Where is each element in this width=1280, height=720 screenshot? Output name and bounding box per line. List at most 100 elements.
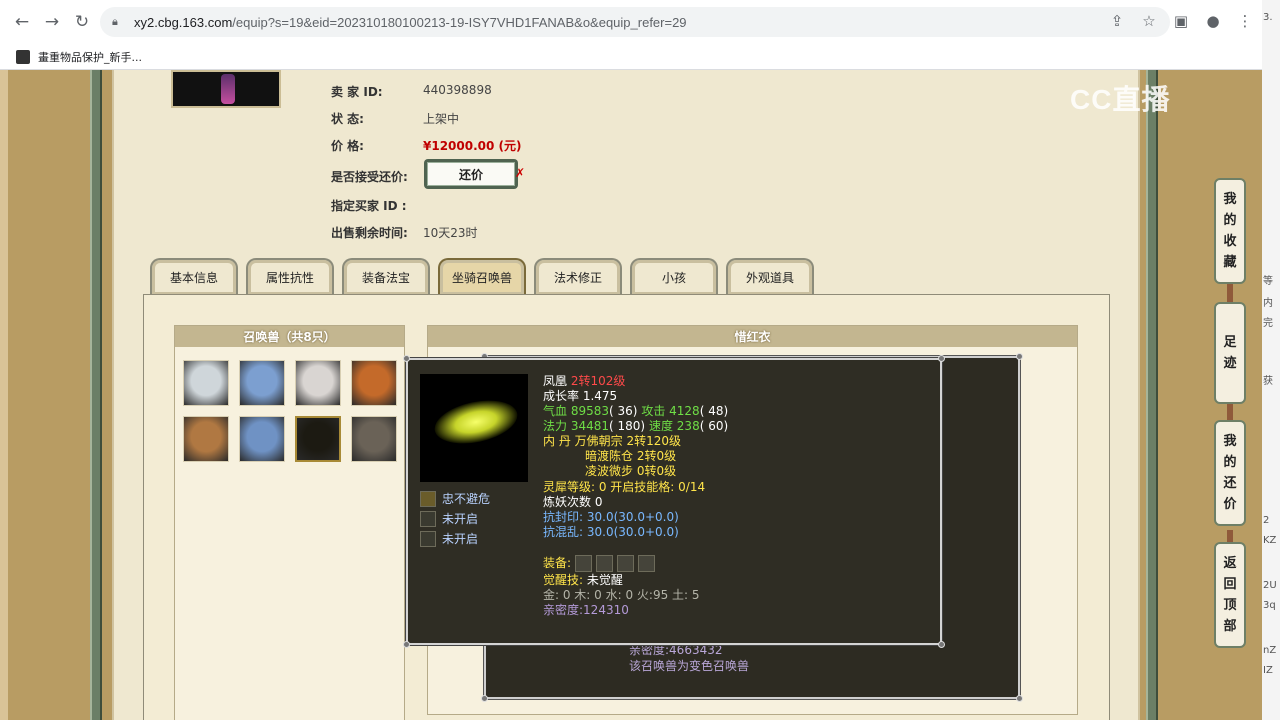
skill-icon [420, 530, 436, 547]
star-icon[interactable]: ☆ [1138, 10, 1160, 32]
pet-tooltip: 忠不避危 未开启 未开启 凤凰 2转102级 成长率 1.475 气血 8958… [403, 355, 945, 648]
strip-text: IZ [1263, 665, 1273, 676]
counter-offers-char: 还 [1223, 476, 1237, 491]
footprint-button[interactable]: 足迹 [1214, 302, 1246, 404]
url-path: /equip?s=19&eid=202310180100213-19-ISY7V… [232, 14, 687, 30]
pet-level: 2转102级 [570, 374, 626, 388]
skill-slot[interactable]: 忠不避危 [420, 490, 490, 507]
spd-label: 速度 [648, 419, 673, 433]
atk-value: 4128 [669, 404, 700, 418]
equip-slot-icon[interactable] [638, 555, 656, 572]
footprint-char: 迹 [1223, 356, 1237, 371]
pet-list: 召唤兽（共8只） [174, 325, 405, 720]
frame-left [90, 70, 102, 720]
skill-name: 未开启 [442, 532, 479, 546]
spd-points: ( 60) [699, 419, 729, 433]
web-page: CC直播 卖 家 ID: 440398898 状 态: 上架中 价 格: ¥12… [0, 70, 1262, 720]
pet-portrait-polar-bear[interactable] [183, 360, 229, 406]
dan-3: 凌波微步 0转0级 [585, 464, 677, 478]
tab-spell-mods[interactable]: 法术修正 [534, 258, 622, 295]
pet-portrait-princess[interactable] [183, 416, 229, 462]
status-row: 状 态: 上架中 [331, 110, 459, 127]
bookmark-icon [16, 50, 30, 64]
equip-slot-icon[interactable] [596, 555, 614, 572]
skill-slot[interactable]: 未开启 [420, 530, 478, 547]
bookmark-link[interactable]: 畫重物品保护_新手... [38, 49, 142, 65]
profile-icon[interactable]: ● [1202, 10, 1224, 32]
adjacent-window-strip: 3. 等 内 完 获 2 KZ 2U 3q nZ IZ [1262, 0, 1280, 720]
equip-slot-icon[interactable] [617, 555, 635, 572]
back-to-top-char: 顶 [1223, 598, 1237, 613]
forward-icon[interactable]: → [40, 10, 64, 34]
tab-attributes[interactable]: 属性抗性 [246, 258, 334, 295]
tab-mounts-pets[interactable]: 坐骑召唤兽 [438, 258, 526, 295]
strip-text: 完 [1263, 318, 1273, 329]
skill-name: 未开启 [442, 512, 479, 526]
awaken-value: 未觉醒 [586, 573, 623, 587]
pet-portrait-wolf[interactable] [351, 416, 397, 462]
strip-text: 内 [1263, 298, 1273, 309]
favorites-char: 收 [1223, 234, 1237, 249]
status-label: 状 态: [331, 112, 364, 126]
lock-icon: 🔒︎ [112, 15, 118, 28]
pet-portrait-white-fox-lady[interactable] [295, 360, 341, 406]
address-bar[interactable]: 🔒︎ xy2.cbg.163.com/equip?s=19&eid=202310… [100, 7, 1170, 37]
refine-count: 炼妖次数 0 [543, 495, 603, 509]
reload-icon[interactable]: ↻ [70, 10, 94, 34]
share-icon[interactable]: ⇪ [1106, 10, 1128, 32]
menu-icon[interactable]: ⋮ [1234, 10, 1256, 32]
my-counter-offers-button[interactable]: 我的还价 [1214, 420, 1246, 526]
price-value: ¥12000.00 (元) [423, 139, 522, 153]
pet-detail-header: 惜红衣 [428, 326, 1077, 347]
equip-slot-icon[interactable] [575, 555, 593, 572]
atk-points: ( 48) [699, 404, 729, 418]
seller-id-value: 440398898 [423, 83, 492, 97]
favorites-char: 藏 [1223, 255, 1237, 270]
pet-name: 凤凰 [543, 374, 568, 388]
status-value: 上架中 [423, 112, 460, 126]
mp-spd-line: 法力 34481( 180) 速度 238( 60) [543, 419, 728, 434]
pet-portrait-ice-spirit-2[interactable] [239, 416, 285, 462]
pet-name-line: 凤凰 2转102级 [543, 374, 625, 389]
bookmarks-bar: 畫重物品保护_新手... [0, 44, 1262, 70]
counter-offer-button[interactable]: 还价 [424, 159, 518, 189]
pet-portrait-phoenix[interactable] [295, 416, 341, 462]
growth-rate: 成长率 1.475 [543, 389, 618, 403]
tab-equipment[interactable]: 装备法宝 [342, 258, 430, 295]
color-variant-line: 该召唤兽为变色召唤兽 [629, 659, 750, 673]
pet-portrait-fire-beast[interactable] [351, 360, 397, 406]
sidebar-icon[interactable]: ▣ [1170, 10, 1192, 32]
seller-id-label: 卖 家 ID: [331, 85, 383, 99]
my-favorites-button[interactable]: 我的收藏 [1214, 178, 1246, 284]
dan-2: 暗渡陈仓 2转0级 [585, 449, 677, 463]
pet-portrait-ice-spirit[interactable] [239, 360, 285, 406]
remaining-value: 10天23时 [423, 226, 478, 240]
seller-id-row: 卖 家 ID: 440398898 [331, 83, 492, 100]
tab-appearance[interactable]: 外观道具 [726, 258, 814, 295]
pet-portrait [420, 374, 528, 482]
price-row: 价 格: ¥12000.00 (元) [331, 137, 522, 154]
back-icon[interactable]: ← [10, 10, 34, 34]
hp-atk-line: 气血 89583( 36) 攻击 4128( 48) [543, 404, 728, 419]
tab-children[interactable]: 小孩 [630, 258, 718, 295]
dan-1: 万佛朝宗 2转120级 [574, 434, 682, 448]
tab-basic-info[interactable]: 基本信息 [150, 258, 238, 295]
favorites-char: 我 [1223, 192, 1237, 207]
strip-text: 2U [1263, 580, 1277, 591]
skill-slot[interactable]: 未开启 [420, 510, 478, 527]
strip-text: nZ [1263, 645, 1277, 656]
corner-ornament [403, 355, 410, 362]
back-to-top-char: 部 [1223, 619, 1237, 634]
hp-label: 气血 [543, 404, 568, 418]
skill-icon [420, 510, 436, 527]
footprint-char: 足 [1223, 335, 1237, 350]
awaken-label: 觉醒技: [543, 573, 584, 587]
counter-offers-char: 价 [1223, 497, 1237, 512]
back-to-top-button[interactable]: 返回顶部 [1214, 542, 1246, 648]
buyer-label: 指定买家 ID : [331, 199, 407, 213]
hp-value: 89583 [570, 404, 610, 418]
page-edge [0, 70, 8, 720]
strip-text: 3q [1263, 600, 1276, 611]
dan-label: 内 丹 [543, 434, 571, 448]
url-text[interactable]: xy2.cbg.163.com/equip?s=19&eid=202310180… [134, 15, 687, 30]
